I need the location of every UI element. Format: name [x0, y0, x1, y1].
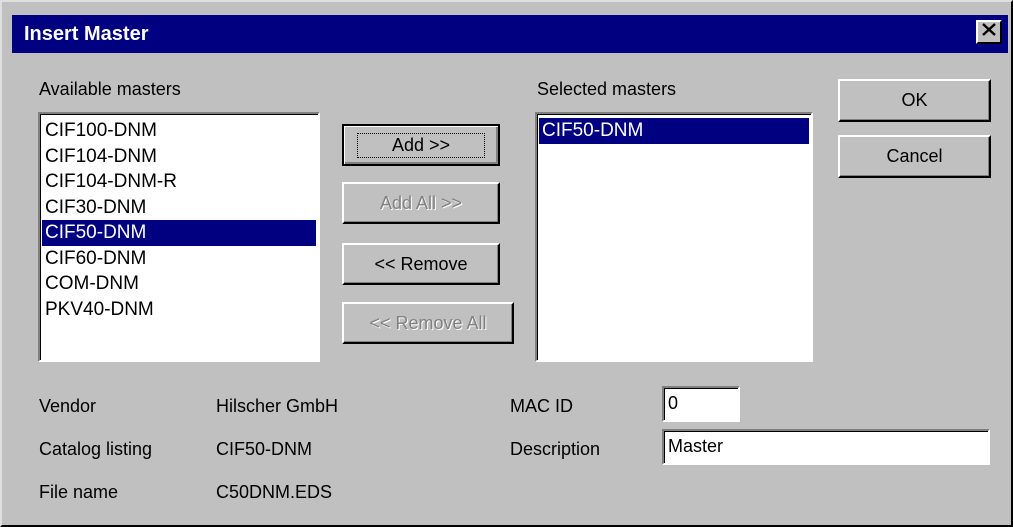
list-item[interactable]: COM-DNM — [42, 271, 316, 297]
list-item[interactable]: PKV40-DNM — [42, 297, 316, 323]
add-button-label: Add >> — [356, 132, 486, 158]
available-masters-label: Available masters — [39, 79, 181, 99]
available-masters-list[interactable]: CIF100-DNM CIF104-DNM CIF104-DNM-R CIF30-DN… — [38, 112, 320, 362]
remove-button[interactable]: << Remove — [342, 243, 500, 285]
mac-id-field[interactable]: 0 — [662, 386, 740, 422]
description-label: Description — [510, 439, 601, 459]
mac-id-label: MAC ID — [510, 396, 573, 416]
list-item[interactable]: CIF60-DNM — [42, 246, 316, 272]
ok-button-label: OK — [901, 90, 928, 110]
vendor-label: Vendor — [39, 396, 97, 416]
list-item[interactable]: CIF50-DNM — [42, 220, 316, 246]
window-title: Insert Master — [24, 23, 149, 45]
remove-all-button-label: << Remove All — [369, 312, 487, 333]
selected-masters-list[interactable]: CIF50-DNM — [535, 112, 813, 362]
add-all-button[interactable]: Add All >> — [342, 182, 500, 224]
cancel-button[interactable]: Cancel — [838, 135, 991, 178]
list-item[interactable]: CIF104-DNM — [42, 144, 316, 170]
list-item[interactable]: CIF100-DNM — [42, 118, 316, 144]
title-bar[interactable]: Insert Master — [12, 15, 1008, 53]
vendor-value: Hilscher GmbH — [216, 396, 339, 416]
ok-button[interactable]: OK — [838, 79, 991, 122]
catalog-listing-label: Catalog listing — [39, 439, 153, 459]
add-button[interactable]: Add >> — [342, 124, 500, 166]
list-item[interactable]: CIF50-DNM — [539, 118, 809, 144]
selected-masters-label: Selected masters — [537, 79, 677, 99]
close-button[interactable] — [976, 20, 1002, 44]
remove-button-label: << Remove — [374, 253, 468, 274]
close-icon — [982, 23, 996, 41]
add-all-button-label: Add All >> — [379, 192, 463, 213]
cancel-button-label: Cancel — [886, 146, 943, 166]
catalog-listing-value: CIF50-DNM — [216, 439, 313, 459]
description-field[interactable]: Master — [662, 429, 990, 465]
file-name-value: C50DNM.EDS — [216, 482, 333, 502]
remove-all-button[interactable]: << Remove All — [342, 302, 514, 344]
list-item[interactable]: CIF30-DNM — [42, 195, 316, 221]
list-item[interactable]: CIF104-DNM-R — [42, 169, 316, 195]
insert-master-dialog: Insert Master Available masters CIF100-D… — [0, 0, 1013, 527]
file-name-label: File name — [39, 482, 119, 502]
